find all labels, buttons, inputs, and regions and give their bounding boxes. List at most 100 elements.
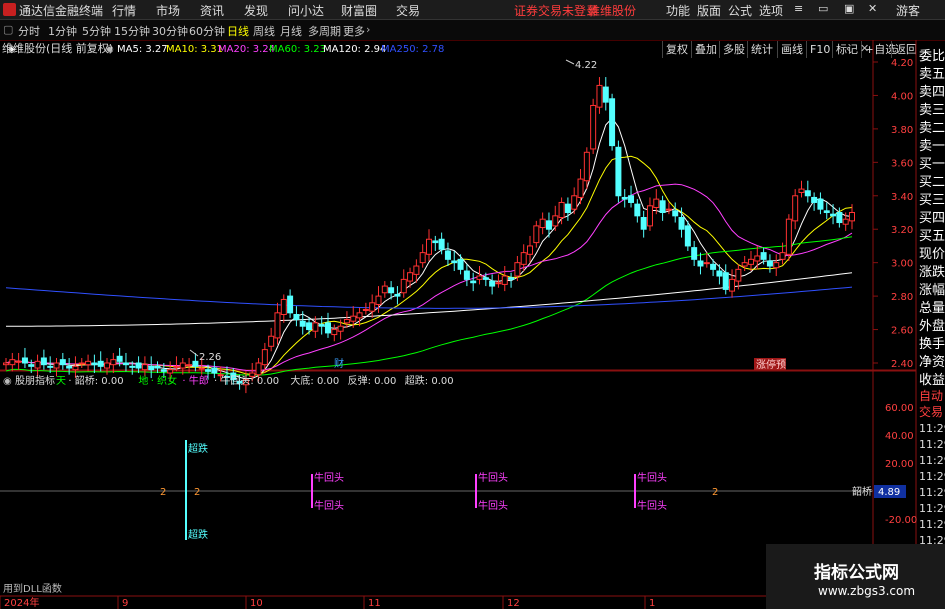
legend-toggle-icon[interactable]: ◉ [105,44,114,55]
menu-gongshi[interactable]: 公式 [728,2,752,19]
indicator-legend-item: 大底: 0.00 [290,374,339,387]
minimize-icon[interactable]: ▭ [818,2,828,15]
y-tick-label: 2.40 [891,359,913,370]
y-tick-label: 2.80 [891,292,913,303]
candle-body [91,362,98,366]
candle-body [684,225,691,247]
candle-body [640,217,647,230]
menu-xuanxiang[interactable]: 选项 [759,2,783,19]
menu-wenxiaoda[interactable]: 问小达 [288,2,324,19]
candle-body [830,213,837,217]
right-lower-item: 11:29 [919,470,945,483]
guest-label[interactable]: 游客 [896,2,920,19]
candle-body [571,195,578,210]
indicator-legend-item: 反弹: 0.00 [348,374,397,387]
sub-y-tick-label: -20.00 [885,515,917,526]
ma60-label: MA60: 3.23 [269,44,326,55]
period-monthly[interactable]: 月线 [280,23,302,39]
candle-body [747,258,754,265]
candle-body [413,265,420,275]
window-menu-icon[interactable]: ≡ [794,2,803,15]
chevron-right-icon[interactable]: › [366,23,370,36]
period-15min[interactable]: 15分钟 [114,23,150,39]
candle-body [261,349,268,366]
y-tick-label: 3.40 [891,192,913,203]
x-tick-label: 10 [250,598,263,609]
quote-row-label: 委比 [919,49,945,64]
sub-y-axis-ticks: 60.00 40.00 20.00 -20.00 [885,403,917,526]
candle-body [470,280,477,284]
login-status[interactable]: 证券交易未登录 [514,2,598,19]
candle-body [703,262,710,265]
candle-body [741,262,748,267]
candle-body [716,270,723,277]
menu-faxian[interactable]: 发现 [244,2,268,19]
right-lower-item: 11:29 [919,502,945,515]
candle-body [78,362,85,365]
kline-chart[interactable]: 4.20 4.00 3.80 3.60 3.40 3.20 3.00 2.80 2.60 2.40… [0,40,945,609]
candle-body [97,360,104,367]
y-axis-ticks: 4.20 4.00 3.80 3.60 3.40 3.20 3.00 2.80 2.60 2.40 [873,58,913,370]
menu-caifuquan[interactable]: 财富圈 [341,2,377,19]
candle-body [760,252,767,260]
candle-body [811,196,818,203]
menu-gongneng[interactable]: 功能 [666,2,690,19]
collapse-icon[interactable]: ‹ [846,42,850,55]
menu-shichang[interactable]: 市场 [156,2,180,19]
period-30min[interactable]: 30分钟 [152,23,188,39]
queqiao-value: 4.89 [878,487,900,498]
period-1min[interactable]: 1分钟 [48,23,77,39]
candle-body [678,217,685,230]
candle-body [362,308,369,311]
period-daily[interactable]: 日线 [227,23,249,39]
period-5min[interactable]: 5分钟 [82,23,111,39]
close-icon[interactable]: ✕ [868,2,877,15]
high-price-label: 4.22 [575,60,597,71]
menu-jiaoyi[interactable]: 交易 [396,2,420,19]
scroll-left-icon[interactable]: ▢ [3,23,13,36]
candle-body [312,322,319,332]
candle-body [148,365,155,371]
period-more[interactable]: 更多 [343,23,365,39]
candle-body [792,195,799,222]
y-tick-label: 2.60 [891,326,913,337]
candle-body [785,218,792,255]
candle-body [482,277,489,280]
indicator-toggle-icon[interactable]: ◉ [3,376,12,387]
right-quote-panel: 委比卖五卖四卖三卖二卖一买一买二买三买四买五现价涨跌涨幅总量外盘换手净资收益自动… [919,49,945,609]
ma5-label: MA5: 3.27 [117,44,168,55]
candle-body [211,367,218,374]
menu-banmian[interactable]: 版面 [697,2,721,19]
period-weekly[interactable]: 周线 [253,23,275,39]
ma10-label: MA10: 3.31 [166,44,223,55]
candle-body [167,369,174,374]
candle-body [268,335,275,347]
low-price-label: 2.26 [199,352,221,363]
period-fenshi[interactable]: 分时 [18,23,40,39]
candle-body [539,218,546,229]
chaodie-top-label: 超跌 [188,442,208,455]
candle-body [160,369,167,372]
menu-hangqing[interactable]: 行情 [112,2,136,19]
quote-row-label: 收益 [919,373,945,388]
candle-body [205,369,212,372]
candle-body [646,205,653,227]
candle-body [817,198,824,210]
close-panel-icon[interactable]: ✕ [860,42,869,55]
candle-body [609,98,616,147]
menu-zixun[interactable]: 资讯 [200,2,224,19]
y-tick-label: 4.00 [891,91,913,102]
candle-body [426,238,432,255]
period-60min[interactable]: 60分钟 [189,23,225,39]
quote-row-label: 涨跌 [919,264,945,280]
candle-body [59,359,66,366]
candle-body [457,258,464,270]
period-multi[interactable]: 多周期 [308,23,341,39]
candle-body [558,201,565,219]
candle-body [842,218,849,225]
chaodie-bottom-label: 超跌 [188,528,208,541]
restore-icon[interactable]: ▣ [844,2,854,15]
sub-y-tick-label: 60.00 [885,403,914,414]
candle-body [388,287,395,294]
cai-marker[interactable]: 财 [334,357,344,370]
